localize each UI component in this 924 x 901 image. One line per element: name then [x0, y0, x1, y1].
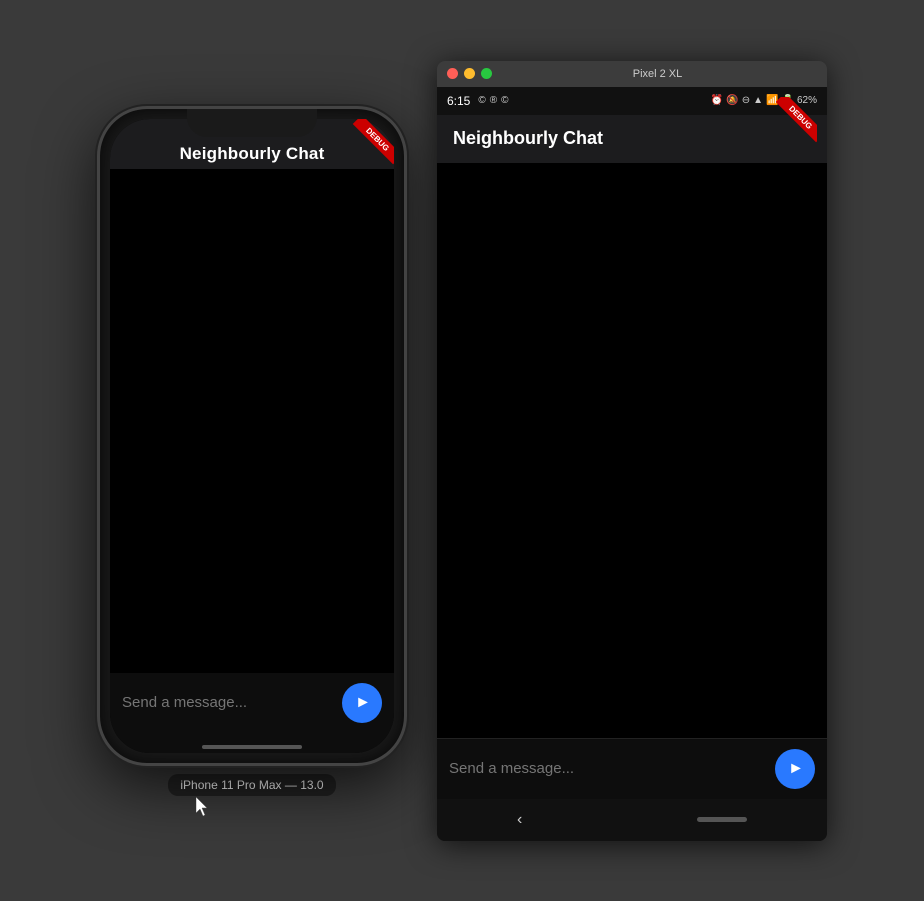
iphone-power-button [405, 284, 407, 354]
pixel-status-icons: © ® © [478, 95, 508, 106]
iphone-chat-body [110, 169, 394, 673]
iphone-send-icon: ► [355, 694, 371, 712]
iphone-app-bar-title: Neighbourly Chat [180, 144, 325, 164]
pixel-back-button[interactable]: ‹ [517, 811, 522, 829]
iphone-screen: Neighbourly Chat ► [110, 119, 394, 753]
iphone-home-bar [202, 745, 302, 749]
iphone-send-button[interactable]: ► [342, 683, 382, 723]
pixel-chat-input-area: ► [437, 738, 827, 799]
pixel-nav-bar: ‹ [437, 799, 827, 841]
iphone-message-input[interactable] [122, 694, 332, 711]
pixel-window-title: Pixel 2 XL [498, 68, 817, 80]
pixel-send-icon: ► [788, 760, 804, 778]
pixel-app-bar-title: Neighbourly Chat [453, 128, 603, 149]
pixel-wifi-icon: ▲ [753, 95, 763, 106]
iphone-device-label: iPhone 11 Pro Max — 13.0 [168, 774, 335, 796]
pixel-title-bar: Pixel 2 XL [437, 61, 827, 87]
pixel-mute-icon: 🔕 [726, 95, 738, 106]
iphone-frame: Neighbourly Chat ► [97, 106, 407, 766]
scene: Neighbourly Chat ► iPhone 11 Pro Max — 1… [0, 0, 924, 901]
iphone-wrapper: Neighbourly Chat ► iPhone 11 Pro Max — 1… [97, 106, 407, 796]
pixel-send-button[interactable]: ► [775, 749, 815, 789]
pixel-message-input[interactable] [449, 760, 765, 777]
iphone-vol-up-button [97, 274, 99, 329]
pixel-chat-body [437, 163, 827, 738]
window-close-dot[interactable] [447, 68, 458, 79]
pixel-window: Pixel 2 XL 6:15 © ® © ⏰ 🔕 ⊖ ▲ 📶 [437, 61, 827, 841]
iphone-vol-down-button [97, 339, 99, 394]
mouse-cursor [196, 797, 210, 822]
pixel-home-indicator[interactable] [697, 817, 747, 822]
iphone-notch [187, 119, 317, 137]
pixel-alarm-icon: ⏰ [711, 95, 723, 106]
pixel-body: 6:15 © ® © ⏰ 🔕 ⊖ ▲ 📶 🔋 62% Neig [437, 87, 827, 841]
pixel-status-time: 6:15 [447, 94, 470, 108]
iphone-chat-input-area: ► [110, 673, 394, 753]
iphone-debug-badge [344, 119, 394, 169]
window-minimize-dot[interactable] [464, 68, 475, 79]
window-maximize-dot[interactable] [481, 68, 492, 79]
pixel-dnd-icon: ⊖ [742, 95, 750, 106]
pixel-debug-badge [767, 97, 817, 147]
iphone-mute-switch [97, 229, 99, 261]
